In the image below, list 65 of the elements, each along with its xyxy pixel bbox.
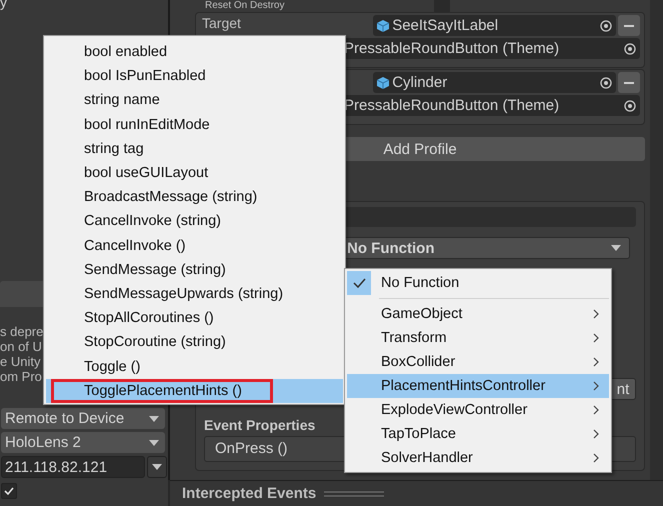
object-field[interactable]: Cylinder [373, 72, 616, 93]
menu-item[interactable]: bool IsPunEnabled [46, 64, 343, 88]
menu-item[interactable]: StopCoroutine (string) [46, 330, 343, 354]
target-icon[interactable] [600, 76, 612, 88]
menu-item[interactable]: SendMessage (string) [46, 258, 343, 282]
text-field[interactable] [344, 207, 636, 227]
menu-item[interactable]: CancelInvoke () [46, 234, 343, 258]
submenu-item[interactable]: SolverHandler [347, 446, 609, 470]
cube-icon [377, 76, 390, 88]
remove-button[interactable] [618, 15, 640, 36]
submenu-item[interactable]: TapToPlace [347, 422, 609, 446]
menu-item[interactable]: CancelInvoke (string) [46, 209, 343, 234]
notice-text: on of U [0, 339, 42, 354]
check-icon [3, 485, 15, 497]
dropdown-button[interactable] [147, 456, 167, 478]
checkbox[interactable] [1, 483, 17, 499]
menu-item[interactable]: BroadcastMessage (string) [46, 185, 343, 210]
address-field[interactable]: 211.118.82.121 [1, 456, 145, 478]
cube-icon [377, 20, 390, 32]
menu-item[interactable]: No Function [347, 271, 609, 295]
remove-button[interactable] [618, 72, 640, 93]
submenu-item[interactable]: ExplodeViewController [347, 398, 609, 422]
submenu-item[interactable]: PlacementHintsController [347, 374, 609, 398]
caret-icon [611, 245, 621, 251]
menu-item[interactable]: SendMessageUpwards (string) [46, 282, 343, 306]
section-heading: Event Properties [204, 417, 316, 433]
notice-text: e Unity [0, 354, 40, 369]
submenu-item[interactable]: GameObject [347, 302, 609, 326]
menu-item[interactable]: Toggle () [46, 354, 343, 379]
submenu-item[interactable]: BoxCollider [347, 350, 609, 374]
chevron-right-icon [593, 357, 599, 367]
minus-icon [624, 82, 634, 84]
caret-icon [149, 440, 159, 446]
chevron-right-icon [593, 333, 599, 343]
caret-icon [152, 464, 162, 470]
chevron-right-icon [593, 381, 599, 391]
check-icon [352, 277, 366, 289]
notice-text: s depre [0, 324, 44, 339]
target-icon[interactable] [624, 100, 636, 112]
chevron-right-icon [593, 405, 599, 415]
section-bar[interactable]: Intercepted Events [170, 480, 663, 506]
menu-item[interactable]: string name [46, 88, 343, 113]
menu-item[interactable]: bool useGUILayout [46, 160, 343, 186]
menu-item[interactable]: bool enabled [46, 40, 343, 64]
target-icon[interactable] [600, 20, 612, 32]
chevron-right-icon [593, 429, 599, 439]
section-title: Intercepted Events [182, 485, 316, 502]
object-field[interactable]: SeeItSayItLabel [373, 15, 616, 36]
minus-icon [624, 24, 634, 26]
chevron-right-icon [593, 309, 599, 319]
caret-icon [149, 416, 159, 422]
dropdown[interactable]: Remote to Device [1, 408, 165, 429]
drag-handle-icon[interactable] [324, 490, 384, 498]
field-label: Reset On Destroy [205, 0, 284, 11]
scrollbar[interactable] [650, 0, 663, 480]
menu-item[interactable]: TogglePlacementHints () [46, 378, 343, 403]
menu-item[interactable]: StopAllCoroutines () [46, 306, 343, 330]
chevron-right-icon [593, 453, 599, 463]
notice-text: om Pro [0, 369, 42, 384]
submenu-item[interactable]: Transform [347, 326, 609, 350]
dropdown[interactable]: HoloLens 2 [1, 432, 165, 453]
menu-item[interactable]: bool runInEditMode [46, 112, 343, 137]
target-icon[interactable] [624, 42, 636, 54]
tab[interactable] [0, 281, 46, 307]
field-label: Target [202, 15, 241, 31]
